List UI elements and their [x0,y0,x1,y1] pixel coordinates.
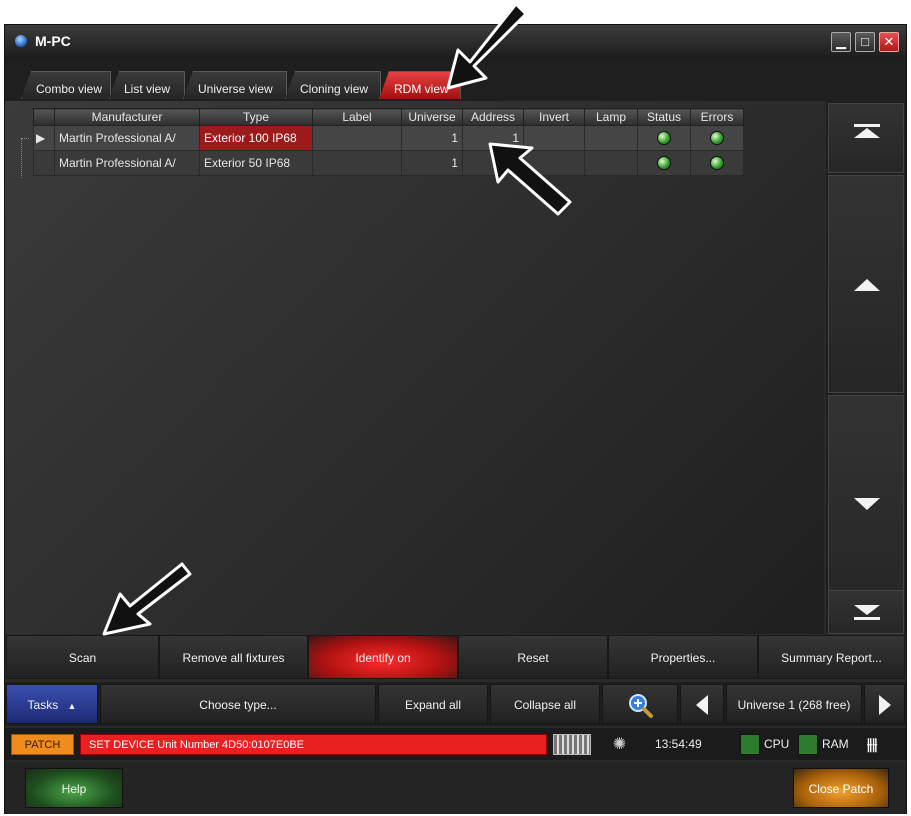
arrow-right-icon [878,695,891,715]
cell-universe[interactable]: 1 [401,125,463,151]
remove-all-fixtures-button[interactable]: Remove all fixtures [159,635,308,679]
header-type[interactable]: Type [199,108,313,126]
spinner-icon: ✺ [612,736,627,753]
header-manufacturer[interactable]: Manufacturer [54,108,200,126]
scroll-down-icon [854,498,880,510]
table-row[interactable]: Martin Professional A/ Exterior 50 IP68 … [33,150,744,176]
arrow-left-icon [696,695,708,715]
scroll-bottom-icon [854,605,880,620]
cpu-label: CPU [764,737,790,751]
status-ok-icon [657,156,671,171]
summary-report-button[interactable]: Summary Report... [758,635,905,679]
clock: 13:54:49 [655,737,702,751]
close-button[interactable]: ✕ [879,32,899,52]
cell-status [637,150,691,176]
status-bar: PATCH SET DEVICE Unit Number 4D50:0107E0… [5,728,906,760]
row-selector[interactable]: ▶ [33,125,55,151]
scroll-top-button[interactable] [828,103,904,173]
mixer-icon[interactable]: ⫲⫲ [867,734,877,755]
tab-cloning-view[interactable]: Cloning view [285,71,381,99]
universe-selector[interactable]: Universe 1 (268 free) [726,684,862,724]
header-indicator [33,108,55,126]
expand-all-button[interactable]: Expand all [378,684,488,724]
cell-universe[interactable]: 1 [401,150,463,176]
previous-universe-button[interactable] [680,684,724,724]
maximize-button[interactable]: □ [855,32,875,52]
scroll-bottom-button-face[interactable] [828,590,904,634]
header-invert[interactable]: Invert [523,108,585,126]
scroll-up-button[interactable] [828,175,904,393]
tree-connector [21,138,29,178]
cell-type[interactable]: Exterior 50 IP68 [199,150,313,176]
scroll-up-icon [854,279,880,291]
footer-bar: Help Close Patch [5,762,906,814]
help-button[interactable]: Help [25,768,123,808]
cell-label[interactable] [312,125,402,151]
close-icon: ✕ [883,34,895,49]
callout-arrow-scan [102,562,192,636]
grid-header-row: Manufacturer Type Label Universe Address… [33,108,744,126]
zoom-button[interactable] [602,684,678,724]
status-message: SET DEVICE Unit Number 4D50:0107E0BE [80,734,547,755]
window-title: M-PC [35,33,71,49]
cell-type[interactable]: Exterior 100 IP68 [199,125,313,151]
scan-button[interactable]: Scan [6,635,159,679]
cell-status [637,125,691,151]
collapse-all-button[interactable]: Collapse all [490,684,600,724]
errors-ok-icon [710,156,724,171]
mode-indicator: PATCH [11,734,74,755]
caret-up-icon: ▲ [67,701,77,711]
cell-errors [690,125,744,151]
cell-lamp[interactable] [584,125,638,151]
minimize-icon: ▁ [836,34,846,49]
reset-button[interactable]: Reset [458,635,608,679]
scroll-top-icon [854,124,880,138]
ram-meter [798,734,818,755]
header-label[interactable]: Label [312,108,402,126]
maximize-icon: □ [861,34,869,49]
next-universe-button[interactable] [864,684,905,724]
tasks-button[interactable]: Tasks ▲ [6,684,98,724]
app-window: M-PC ▁ □ ✕ Combo view List view Universe… [4,24,907,814]
scroll-column [826,101,906,634]
ram-label: RAM [822,737,849,751]
table-row[interactable]: ▶ Martin Professional A/ Exterior 100 IP… [33,125,744,151]
cell-manufacturer[interactable]: Martin Professional A/ [54,150,200,176]
cell-manufacturer[interactable]: Martin Professional A/ [54,125,200,151]
app-logo-icon [15,35,27,47]
header-errors[interactable]: Errors [690,108,744,126]
tasks-label: Tasks [27,698,59,712]
header-lamp[interactable]: Lamp [584,108,638,126]
errors-ok-icon [710,131,724,146]
tab-combo-view[interactable]: Combo view [21,71,111,99]
close-patch-button[interactable]: Close Patch [793,768,889,808]
row-selector[interactable] [33,150,55,176]
scroll-down-button[interactable] [828,395,904,613]
rdm-grid: Manufacturer Type Label Universe Address… [33,108,744,176]
rdm-device-list: Manufacturer Type Label Universe Address… [5,101,824,634]
properties-button[interactable]: Properties... [608,635,758,679]
cpu-meter [740,734,760,755]
cell-label[interactable] [312,150,402,176]
zoom-in-icon [629,694,653,718]
action-bar: Scan Remove all fixtures Identify on Res… [5,634,906,680]
status-ok-icon [657,131,671,146]
header-status[interactable]: Status [637,108,691,126]
tab-universe-view[interactable]: Universe view [183,71,287,99]
cell-lamp[interactable] [584,150,638,176]
callout-arrow-tab [446,2,528,90]
task-bar: Tasks ▲ Choose type... Expand all Collap… [5,682,906,726]
identify-on-button[interactable]: Identify on [308,635,458,679]
cell-errors [690,150,744,176]
choose-type-button[interactable]: Choose type... [100,684,376,724]
keyboard-icon[interactable] [553,734,591,755]
callout-arrow-address [488,142,572,216]
minimize-button[interactable]: ▁ [831,32,851,52]
header-address[interactable]: Address [462,108,524,126]
tab-list-view[interactable]: List view [109,71,185,99]
header-universe[interactable]: Universe [401,108,463,126]
